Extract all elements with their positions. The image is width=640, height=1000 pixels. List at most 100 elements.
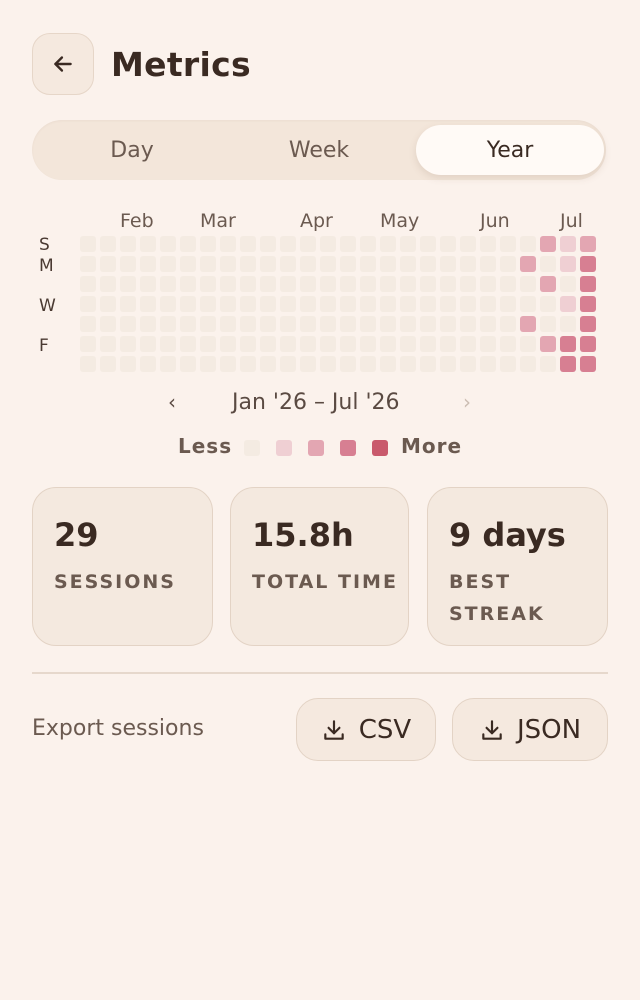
heatmap-cell [240, 316, 256, 332]
heatmap-cell [300, 296, 316, 312]
heatmap-cell [280, 336, 296, 352]
heatmap-cell [500, 316, 516, 332]
legend-more: More [401, 434, 463, 458]
heatmap-cell [420, 336, 436, 352]
heatmap-cell [420, 276, 436, 292]
heatmap-cell [380, 276, 396, 292]
heatmap-cell [180, 356, 196, 372]
heatmap-cell [380, 296, 396, 312]
heatmap-cell [240, 356, 256, 372]
heatmap-cell [100, 296, 116, 312]
heatmap-cell [220, 316, 236, 332]
heatmap-cell [380, 316, 396, 332]
export-json-button[interactable]: JSON [452, 698, 608, 761]
heatmap-cell [420, 316, 436, 332]
heatmap-cell [320, 316, 336, 332]
heatmap-cell [200, 316, 216, 332]
heatmap-cell [80, 336, 96, 352]
heatmap-cell [520, 356, 536, 372]
stat-label: BEST STREAK [449, 571, 545, 625]
heatmap-cell [400, 336, 416, 352]
heatmap-cell [580, 256, 596, 272]
heatmap-cell [280, 316, 296, 332]
export-csv-button[interactable]: CSV [296, 698, 436, 761]
heatmap-cell [540, 356, 556, 372]
heatmap-cell [120, 316, 136, 332]
heatmap-cell [460, 296, 476, 312]
chevron-right-icon[interactable]: › [463, 390, 471, 414]
heatmap-cell [140, 316, 156, 332]
stat-card-best-streak: 9 days BEST STREAK [427, 487, 608, 646]
legend-less: Less [178, 434, 233, 458]
heatmap-cell [440, 336, 456, 352]
heatmap-cell [440, 236, 456, 252]
heatmap-cell [400, 256, 416, 272]
heatmap-cell [520, 336, 536, 352]
heatmap-cell [260, 256, 276, 272]
heatmap-cell [360, 296, 376, 312]
heatmap-cell [280, 276, 296, 292]
heatmap-cell [200, 356, 216, 372]
heatmap-cell [340, 356, 356, 372]
heatmap-cell [520, 256, 536, 272]
heatmap-cell [100, 256, 116, 272]
heatmap-cell [100, 276, 116, 292]
chevron-left-icon[interactable]: ‹ [168, 390, 176, 414]
heatmap-cell [440, 316, 456, 332]
heatmap-cell [580, 236, 596, 252]
heatmap-cell [360, 276, 376, 292]
heatmap-cell [120, 276, 136, 292]
heatmap-cell [340, 256, 356, 272]
download-icon [482, 719, 502, 740]
heatmap-cell [520, 236, 536, 252]
heatmap-cell [460, 236, 476, 252]
heatmap-cell [80, 356, 96, 372]
heatmap-cell [80, 236, 96, 252]
heatmap-cell [280, 236, 296, 252]
heatmap-cell [80, 276, 96, 292]
heatmap-cell [500, 356, 516, 372]
heatmap-cell [440, 256, 456, 272]
heatmap-cell [180, 336, 196, 352]
heatmap-cell [360, 236, 376, 252]
heatmap-cell [360, 336, 376, 352]
heatmap-cell [500, 296, 516, 312]
heatmap-cell [160, 276, 176, 292]
heatmap-cell [340, 296, 356, 312]
heatmap-cell [480, 356, 496, 372]
export-label: Export sessions [32, 716, 204, 741]
heatmap-cell [400, 276, 416, 292]
heatmap-cell [460, 276, 476, 292]
heatmap-cell [420, 296, 436, 312]
heatmap-cell [120, 296, 136, 312]
heatmap-cell [320, 356, 336, 372]
heatmap-cell [100, 236, 116, 252]
legend-swatch-2 [308, 440, 324, 456]
heatmap-cell [480, 296, 496, 312]
heatmap-cell [200, 256, 216, 272]
heatmap-cell [540, 276, 556, 292]
heatmap-cell [520, 316, 536, 332]
heatmap-cell [540, 316, 556, 332]
heatmap-cell [400, 356, 416, 372]
heatmap-cell [180, 276, 196, 292]
heatmap-cell [240, 276, 256, 292]
heatmap-cell [160, 296, 176, 312]
heatmap-cell [240, 236, 256, 252]
heatmap-cell [560, 356, 576, 372]
heatmap-cell [140, 336, 156, 352]
heatmap-cell [100, 336, 116, 352]
heatmap-cell [140, 276, 156, 292]
heatmap-cell [560, 276, 576, 292]
heatmap-cell [560, 316, 576, 332]
stat-label: SESSIONS [54, 571, 176, 593]
heatmap-cell [220, 356, 236, 372]
heatmap-cell [580, 356, 596, 372]
heatmap-cell [580, 316, 596, 332]
heatmap-cell [580, 296, 596, 312]
heatmap-cell [360, 356, 376, 372]
heatmap-cell [300, 316, 316, 332]
heatmap-cell [120, 236, 136, 252]
heatmap-cell [200, 276, 216, 292]
heatmap-cell [500, 256, 516, 272]
